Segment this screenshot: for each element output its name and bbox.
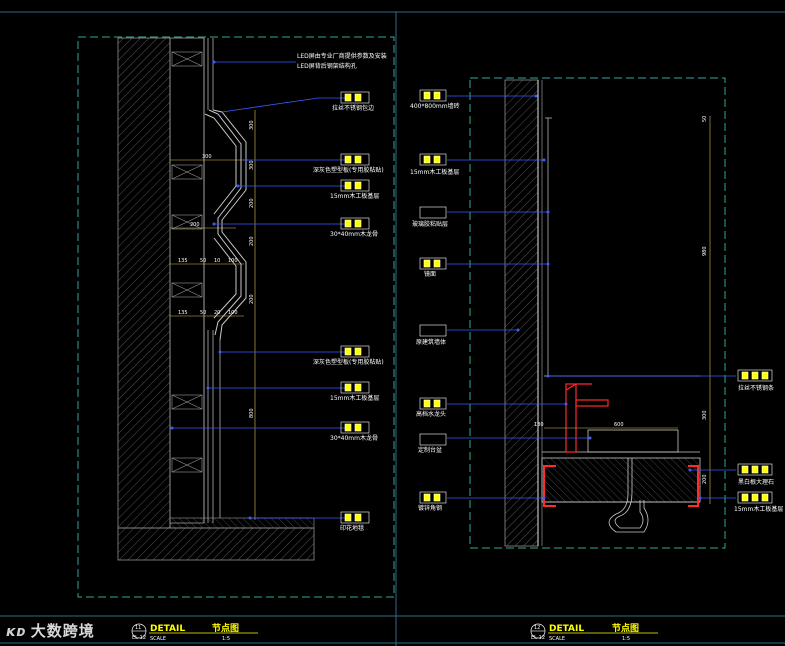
right-detail: 980 600 180 300 200 50 400*800mm墙砖 15mm木… — [410, 77, 783, 549]
callout-plywood-a: 15mm木工板基层 — [330, 192, 379, 200]
right-tag-outlines — [419, 89, 773, 504]
left-carpet — [169, 517, 315, 529]
callout-carpet: 印花地毯 — [340, 524, 364, 532]
watermark: ᴋᴅ 大数跨境 — [6, 620, 95, 641]
right-leader-lines — [447, 95, 736, 499]
callout-stainless-strip: 拉丝不锈钢条 — [738, 384, 774, 392]
title-right-scale: 1:5 — [622, 636, 630, 642]
dim-left-50-b: 50 — [200, 310, 206, 316]
dim-left-v-200-a: 200 — [249, 198, 255, 208]
callout-glass-glue: 玻璃胶粘贴层 — [412, 220, 448, 228]
title-right-name: 节点图 — [612, 622, 639, 634]
left-callout-texts: LED屏由专业厂商提供参数及安装 LED屏背后钢架结构孔 拉丝不锈钢包边 深灰色… — [297, 52, 387, 532]
callout-plywood-b: 15mm木工板基层 — [330, 394, 379, 402]
dim-left-200-a: 200 — [190, 222, 200, 228]
dim-left-v-200-c: 200 — [249, 294, 255, 304]
dim-left-135-b: 135 — [178, 310, 188, 316]
callout-marble: 黑白根大理石 — [738, 478, 774, 486]
left-folded-profile — [204, 109, 247, 341]
callout-grey-panel-a: 深灰色塑型板(专用胶粘贴) — [313, 166, 384, 174]
left-batten-column — [169, 37, 205, 524]
callout-stainless-edge: 拉丝不锈钢包边 — [332, 104, 374, 112]
callout-plywood-right: 15mm木工板基层 — [410, 168, 459, 176]
callout-basin: 定制台盆 — [418, 446, 442, 454]
title-right-number: 12 — [534, 625, 540, 631]
dim-left-10-a: 10 — [214, 258, 220, 264]
dim-left-300-top: 300 — [202, 154, 212, 160]
callout-plywood-side: 15mm木工板基层 — [734, 505, 783, 513]
cad-detail-drawing: 300 200 135 50 10 100 135 50 20 100 300 … — [0, 11, 785, 646]
right-dimension-text: 980 600 180 300 200 50 — [534, 116, 708, 484]
callout-keel-a: 30*40mm木龙骨 — [330, 230, 378, 238]
title-right-ref: EL-12 — [531, 635, 545, 641]
callout-original-wall: 原建筑墙体 — [416, 338, 446, 346]
title-left-scale: 1:5 — [222, 636, 230, 642]
right-leader-dots — [516, 94, 702, 500]
title-left-label: DETAIL — [150, 624, 185, 634]
callout-faucet: 高档水龙头 — [416, 410, 446, 418]
left-leader-dots — [170, 60, 252, 520]
dim-right-980: 980 — [702, 246, 708, 256]
title-left-number: 11 — [135, 625, 141, 631]
dim-left-v-300-b: 300 — [249, 160, 255, 170]
title-right-scale-label: SCALE — [549, 636, 565, 642]
left-leader-lines — [172, 61, 345, 519]
title-left-name: 节点图 — [212, 622, 239, 634]
callout-keel-b: 30*40mm木龙骨 — [330, 434, 378, 442]
callout-grey-panel-b: 深灰色塑型板(专用胶粘贴) — [313, 358, 384, 366]
watermark-logo-icon: ᴋᴅ — [6, 624, 27, 640]
callout-led-steel-frame: LED屏背后钢架结构孔 — [297, 62, 357, 70]
callout-wall-tile: 400*800mm墙砖 — [410, 102, 460, 110]
title-left-ref: EL-12 — [132, 635, 146, 641]
right-material-tags — [423, 91, 769, 502]
dim-left-100-a: 100 — [228, 258, 238, 264]
left-wall-hatch — [117, 37, 171, 529]
dim-left-135-a: 135 — [178, 258, 188, 264]
dim-right-600: 600 — [614, 422, 624, 428]
callout-led-supplier: LED屏由专业厂商提供参数及安装 — [297, 52, 387, 60]
callout-angle-steel: 镀锌角钢 — [418, 504, 442, 512]
dim-left-v-300-a: 300 — [249, 120, 255, 130]
dim-left-100-b: 100 — [228, 310, 238, 316]
right-callout-texts: 400*800mm墙砖 15mm木工板基层 玻璃胶粘贴层 镜面 原建筑墙体 高档… — [410, 102, 783, 513]
dim-left-v-200-b: 200 — [249, 236, 255, 246]
right-faucet — [565, 383, 609, 453]
left-floor-slab — [117, 527, 315, 561]
left-detail: 300 200 135 50 10 100 135 50 20 100 300 … — [77, 36, 395, 598]
left-material-tags — [344, 93, 362, 522]
dim-left-50-a: 50 — [200, 258, 206, 264]
dim-right-180: 180 — [534, 422, 544, 428]
title-block-right: 12 EL-12 DETAIL SCALE 节点图 1:5 — [530, 622, 658, 642]
title-right-label: DETAIL — [549, 624, 584, 634]
right-wall-hatch — [504, 79, 539, 547]
right-dimension-lines — [544, 116, 711, 504]
dim-left-v-800: 800 — [249, 408, 255, 418]
dim-right-300: 300 — [702, 410, 708, 420]
callout-mirror: 镜面 — [424, 270, 436, 278]
title-left-scale-label: SCALE — [150, 636, 166, 642]
title-block-left: 11 EL-12 DETAIL SCALE 节点图 1:5 — [131, 622, 258, 642]
watermark-text: 大数跨境 — [30, 622, 95, 640]
dim-right-200: 200 — [702, 474, 708, 484]
dim-right-50: 50 — [702, 116, 708, 122]
dim-left-20-b: 20 — [214, 310, 220, 316]
